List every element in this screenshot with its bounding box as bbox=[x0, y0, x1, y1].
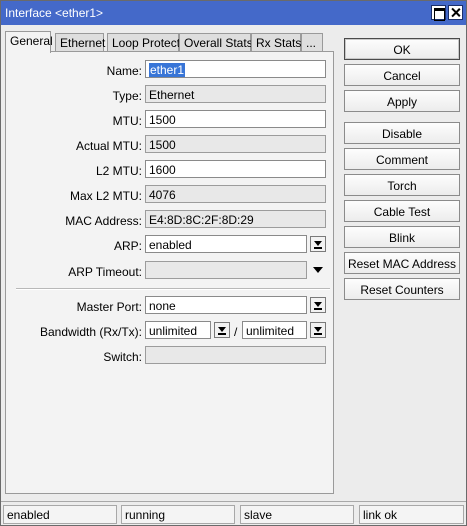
tab-ethernet[interactable]: Ethernet bbox=[55, 33, 105, 52]
maximize-icon[interactable] bbox=[431, 5, 446, 21]
mac-address-field: E4:8D:8C:2F:8D:29 bbox=[145, 210, 326, 228]
reset-counters-button[interactable]: Reset Counters bbox=[344, 278, 460, 300]
l2-mtu-input[interactable]: 1600 bbox=[145, 160, 326, 178]
window-title: Interface <ether1> bbox=[5, 6, 104, 20]
reset-mac-address-button[interactable]: Reset MAC Address bbox=[344, 252, 460, 274]
l2-mtu-label: L2 MTU: bbox=[95, 164, 142, 178]
tab-rx-stats[interactable]: Rx Stats bbox=[251, 33, 301, 52]
master-port-dropdown-icon[interactable] bbox=[310, 297, 326, 313]
status-slave: slave bbox=[240, 505, 354, 524]
type-field: Ethernet bbox=[145, 85, 326, 103]
arp-timeout-field[interactable] bbox=[145, 261, 307, 279]
comment-button[interactable]: Comment bbox=[344, 148, 460, 170]
general-panel: Name: ether1 Type: Ethernet MTU: 1500 Ac… bbox=[5, 51, 334, 494]
bandwidth-rx-select[interactable]: unlimited bbox=[145, 321, 211, 339]
mtu-label: MTU: bbox=[112, 114, 142, 128]
bandwidth-rx-dropdown-icon[interactable] bbox=[214, 322, 230, 338]
mtu-input[interactable]: 1500 bbox=[145, 110, 326, 128]
arp-select[interactable]: enabled bbox=[145, 235, 307, 253]
tab-overall-stats[interactable]: Overall Stats bbox=[179, 33, 253, 52]
arp-timeout-label: ARP Timeout: bbox=[68, 265, 142, 279]
bandwidth-label: Bandwidth (Rx/Tx): bbox=[39, 325, 142, 339]
status-running: running bbox=[121, 505, 235, 524]
cable-test-button[interactable]: Cable Test bbox=[344, 200, 460, 222]
name-label: Name: bbox=[106, 64, 142, 78]
tab-loop-protect[interactable]: Loop Protect bbox=[107, 33, 180, 52]
tab-more[interactable]: ... bbox=[301, 33, 323, 52]
title-bar[interactable]: Interface <ether1> bbox=[1, 1, 466, 25]
master-port-label: Master Port: bbox=[76, 300, 142, 314]
max-l2-mtu-label: Max L2 MTU: bbox=[69, 189, 142, 203]
tab-general[interactable]: General bbox=[5, 31, 53, 53]
blink-button[interactable]: Blink bbox=[344, 226, 460, 248]
bandwidth-separator: / bbox=[234, 325, 238, 339]
disable-button[interactable]: Disable bbox=[344, 122, 460, 144]
status-link: link ok bbox=[359, 505, 464, 524]
ok-button[interactable]: OK bbox=[344, 38, 460, 60]
separator bbox=[16, 288, 330, 290]
arp-label: ARP: bbox=[113, 239, 142, 253]
cancel-button[interactable]: Cancel bbox=[344, 64, 460, 86]
status-bar: enabled running slave link ok bbox=[1, 501, 466, 525]
torch-button[interactable]: Torch bbox=[344, 174, 460, 196]
apply-button[interactable]: Apply bbox=[344, 90, 460, 112]
name-value: ether1 bbox=[149, 63, 186, 77]
bandwidth-tx-dropdown-icon[interactable] bbox=[310, 322, 326, 338]
master-port-select[interactable]: none bbox=[145, 296, 307, 314]
switch-label: Switch: bbox=[103, 350, 142, 364]
interface-window: Interface <ether1> General Ethernet Loop… bbox=[0, 0, 467, 526]
actual-mtu-field: 1500 bbox=[145, 135, 326, 153]
close-icon[interactable] bbox=[448, 5, 463, 20]
switch-field bbox=[145, 346, 326, 364]
max-l2-mtu-field: 4076 bbox=[145, 185, 326, 203]
actual-mtu-label: Actual MTU: bbox=[75, 139, 142, 153]
arp-timeout-expand-icon[interactable] bbox=[312, 264, 324, 276]
type-label: Type: bbox=[112, 89, 142, 103]
bandwidth-tx-select[interactable]: unlimited bbox=[242, 321, 307, 339]
arp-dropdown-icon[interactable] bbox=[310, 236, 326, 252]
name-input[interactable]: ether1 bbox=[145, 60, 326, 78]
mac-address-label: MAC Address: bbox=[65, 214, 142, 228]
status-enabled: enabled bbox=[3, 505, 117, 524]
